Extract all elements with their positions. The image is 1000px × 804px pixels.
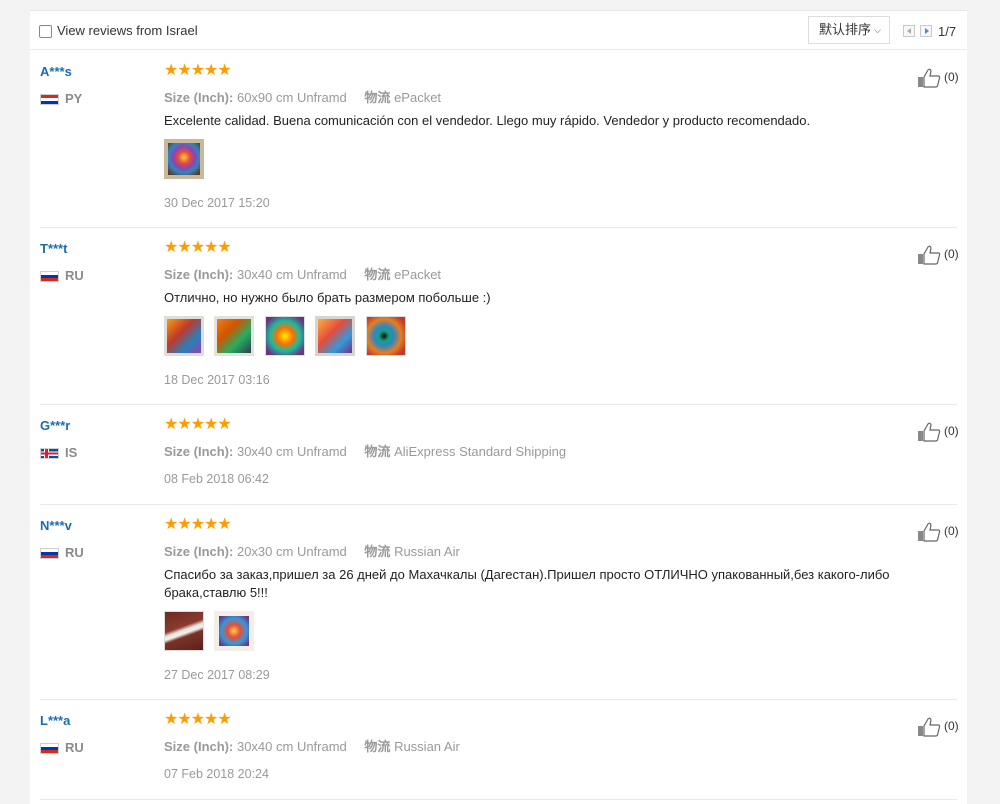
sort-dropdown[interactable]: 默认排序 ⌵ <box>808 16 890 44</box>
reviewer-name: T***t <box>40 241 68 256</box>
helpful-button[interactable]: (0) <box>917 68 977 88</box>
helpful-button[interactable]: (0) <box>917 522 977 542</box>
review-item: N***v RU ★★★★★ Size (Inch): 20x30 cm Unf… <box>40 505 959 700</box>
thumbs-up-icon <box>918 717 941 737</box>
shipping-value: Russian Air <box>394 739 460 754</box>
review-photo[interactable] <box>164 316 204 356</box>
helpful-count: (0) <box>944 247 959 261</box>
thumbs-up-icon <box>918 68 941 88</box>
flag-ru-icon <box>40 743 59 754</box>
page-indicator: 1/7 <box>938 24 957 39</box>
review-photo[interactable] <box>164 139 204 179</box>
size-value: 30x40 cm Unframd <box>236 444 347 459</box>
size-value: 20x30 cm Unframd <box>236 544 347 559</box>
size-value: 60x90 cm Unframd <box>236 90 347 105</box>
arrow-right-icon <box>925 28 929 34</box>
order-info: Size (Inch): 20x30 cm Unframd 物流 Russian… <box>164 541 460 560</box>
thumbs-up-icon <box>918 522 941 542</box>
review-photo[interactable] <box>315 316 356 356</box>
reviews-panel: View reviews from Israel 默认排序 ⌵ 1/7 A***… <box>30 10 967 804</box>
review-photo[interactable] <box>214 316 255 356</box>
helpful-button[interactable]: (0) <box>917 245 977 265</box>
shipping-label: 物流 <box>364 267 391 282</box>
helpful-count: (0) <box>944 70 959 84</box>
star-rating: ★★★★★ <box>164 239 232 256</box>
sort-label: 默认排序 <box>819 22 872 37</box>
next-page-button[interactable] <box>920 25 932 37</box>
review-photos <box>164 139 210 179</box>
review-text: Excelente calidad. Buena comunicación co… <box>164 113 811 128</box>
reviewer-name: L***a <box>40 713 71 728</box>
star-rating: ★★★★★ <box>164 516 232 533</box>
arrow-left-icon <box>907 28 911 34</box>
shipping-value: Russian Air <box>394 544 460 559</box>
shipping-label: 物流 <box>364 444 391 459</box>
reviewer-name: A***s <box>40 64 72 79</box>
review-photo[interactable] <box>365 316 406 356</box>
review-photo[interactable] <box>264 316 305 356</box>
flag-ru-icon <box>40 271 59 282</box>
size-label: Size (Inch): <box>164 90 234 105</box>
review-photos <box>164 611 260 651</box>
shipping-value: ePacket <box>394 90 442 105</box>
size-label: Size (Inch): <box>164 444 234 459</box>
review-date: 18 Dec 2017 03:16 <box>164 373 270 387</box>
review-item: G***r IS ★★★★★ Size (Inch): 30x40 cm Unf… <box>40 405 959 505</box>
helpful-button[interactable]: (0) <box>917 717 977 737</box>
chevron-down-icon: ⌵ <box>874 25 881 35</box>
order-info: Size (Inch): 30x40 cm Unframd 物流 ePacket <box>164 264 441 283</box>
helpful-count: (0) <box>944 424 959 438</box>
reviewer-country: RU <box>65 545 84 560</box>
size-value: 30x40 cm Unframd <box>236 267 347 282</box>
review-item: L***a RU ★★★★★ Size (Inch): 30x40 cm Unf… <box>40 700 959 800</box>
star-rating: ★★★★★ <box>164 416 232 433</box>
thumbs-up-icon <box>918 245 941 265</box>
reviewer-country: RU <box>65 740 84 755</box>
shipping-value: ePacket <box>394 267 442 282</box>
order-info: Size (Inch): 30x40 cm Unframd 物流 AliExpr… <box>164 441 566 460</box>
reviewer-country: IS <box>65 445 78 460</box>
shipping-label: 物流 <box>364 544 391 559</box>
review-item: T***t RU ★★★★★ Size (Inch): 30x40 cm Unf… <box>40 228 959 405</box>
size-value: 30x40 cm Unframd <box>236 739 347 754</box>
review-photos <box>164 316 412 356</box>
prev-page-button[interactable] <box>903 25 915 37</box>
star-rating: ★★★★★ <box>164 711 232 728</box>
helpful-count: (0) <box>944 524 959 538</box>
israel-filter-label[interactable]: View reviews from Israel <box>57 23 198 38</box>
order-info: Size (Inch): 60x90 cm Unframd 物流 ePacket <box>164 87 441 106</box>
flag-py-icon <box>40 94 59 105</box>
review-date: 27 Dec 2017 08:29 <box>164 668 270 682</box>
review-date: 30 Dec 2017 15:20 <box>164 196 270 210</box>
review-photo[interactable] <box>214 611 255 651</box>
review-item: A***s PY ★★★★★ Size (Inch): 60x90 cm Unf… <box>40 51 959 228</box>
order-info: Size (Inch): 30x40 cm Unframd 物流 Russian… <box>164 736 460 755</box>
size-label: Size (Inch): <box>164 544 234 559</box>
review-date: 07 Feb 2018 20:24 <box>164 767 269 781</box>
reviewer-name: G***r <box>40 418 71 433</box>
reviewer-name: N***v <box>40 518 72 533</box>
shipping-label: 物流 <box>364 90 391 105</box>
review-photo[interactable] <box>164 611 204 651</box>
flag-is-icon <box>40 448 59 459</box>
star-rating: ★★★★★ <box>164 62 232 79</box>
shipping-label: 物流 <box>364 739 391 754</box>
israel-filter-checkbox[interactable] <box>39 25 52 38</box>
helpful-button[interactable]: (0) <box>917 422 977 442</box>
size-label: Size (Inch): <box>164 739 234 754</box>
top-strip <box>30 0 967 10</box>
review-text: Отлично, но нужно было брать размером по… <box>164 290 491 305</box>
review-date: 08 Feb 2018 06:42 <box>164 472 269 486</box>
flag-ru-icon <box>40 548 59 559</box>
reviewer-country: PY <box>65 91 83 106</box>
helpful-count: (0) <box>944 719 959 733</box>
filter-bar: View reviews from Israel 默认排序 ⌵ 1/7 <box>30 11 967 50</box>
thumbs-up-icon <box>918 422 941 442</box>
shipping-value: AliExpress Standard Shipping <box>394 444 567 459</box>
review-text: Спасибо за заказ,пришел за 26 дней до Ма… <box>164 567 890 600</box>
size-label: Size (Inch): <box>164 267 234 282</box>
reviewer-country: RU <box>65 268 84 283</box>
